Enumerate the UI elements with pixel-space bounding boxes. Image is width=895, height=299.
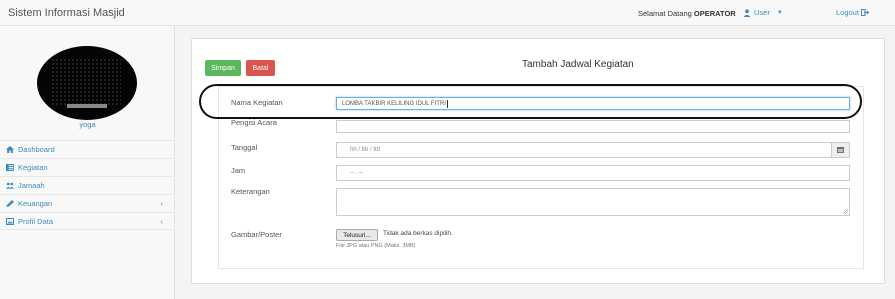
calendar-button[interactable] bbox=[831, 143, 849, 157]
sidebar-item-dashboard[interactable]: Dashboard bbox=[0, 140, 175, 158]
cancel-button[interactable]: Batal bbox=[246, 60, 275, 76]
calendar-icon bbox=[837, 147, 844, 153]
avatar-mark bbox=[67, 104, 107, 108]
keterangan-textarea[interactable] bbox=[336, 188, 850, 216]
file-status-text: Tidak ada berkas dipilih. bbox=[383, 230, 453, 237]
list-icon bbox=[6, 164, 14, 171]
sidebar-menu: Dashboard Kegiatan Jamaah Keuangan ‹ Pro… bbox=[0, 140, 175, 230]
page-title: Tambah Jadwal Kegiatan bbox=[522, 59, 634, 70]
sidebar-item-label: Keuangan bbox=[18, 199, 53, 208]
sidebar-item-label: Jamaah bbox=[18, 181, 45, 190]
gambar-poster-label: Gambar/Poster bbox=[231, 230, 282, 239]
pengisi-acara-label: Pengisi Acara bbox=[231, 118, 277, 127]
file-help-text: File JPG atau PNG (Maks. 3MB) bbox=[336, 243, 416, 249]
sidebar-item-profil-data[interactable]: Profil Data ‹ bbox=[0, 212, 175, 230]
chevron-left-icon: ‹ bbox=[160, 199, 163, 208]
keterangan-label: Keterangan bbox=[231, 187, 270, 196]
save-button[interactable]: Simpan bbox=[205, 60, 241, 76]
resize-grip-icon[interactable] bbox=[843, 209, 848, 214]
home-icon bbox=[6, 146, 14, 153]
sidebar-item-label: Dashboard bbox=[18, 145, 55, 154]
tanggal-date-input[interactable]: hh / bb / tttt bbox=[336, 142, 850, 158]
tanggal-label: Tanggal bbox=[231, 143, 258, 152]
sidebar-item-keuangan[interactable]: Keuangan ‹ bbox=[0, 194, 175, 212]
browse-file-button[interactable]: Telusuri... bbox=[336, 229, 378, 241]
welcome-text: Selamat Datang OPERATOR bbox=[638, 9, 736, 18]
sidebar-item-kegiatan[interactable]: Kegiatan bbox=[0, 158, 175, 176]
money-icon bbox=[6, 200, 14, 207]
text-cursor bbox=[446, 99, 448, 108]
jam-placeholder: -- . -- bbox=[350, 170, 363, 176]
nama-kegiatan-input[interactable]: LOMBA TAKBIR KELILING IDUL FITRI bbox=[336, 97, 850, 110]
sidebar: yoga Dashboard Kegiatan Jamaah Keuangan bbox=[0, 26, 175, 299]
logout-link[interactable]: Logout bbox=[836, 8, 869, 17]
jam-time-input[interactable]: -- . -- bbox=[336, 165, 850, 181]
user-menu[interactable]: User ▼ bbox=[743, 8, 783, 17]
nama-kegiatan-value: LOMBA TAKBIR KELILING IDUL FITRI bbox=[342, 100, 446, 107]
sidebar-item-label: Profil Data bbox=[18, 216, 54, 226]
top-navbar: Sistem Informasi Masjid Selamat Datang O… bbox=[0, 0, 895, 26]
form-panel: Simpan Batal Tambah Jadwal Kegiatan Nama… bbox=[191, 38, 885, 284]
sidebar-item-jamaah[interactable]: Jamaah bbox=[0, 176, 175, 194]
avatar-texture bbox=[51, 58, 121, 106]
tanggal-placeholder: hh / bb / tttt bbox=[350, 147, 381, 153]
user-icon bbox=[743, 8, 751, 17]
welcome-prefix: Selamat Datang bbox=[638, 9, 692, 18]
user-menu-label: User bbox=[754, 8, 770, 17]
sidebar-item-label: Kegiatan bbox=[18, 163, 48, 172]
jam-label: Jam bbox=[231, 166, 246, 175]
users-icon bbox=[6, 182, 14, 189]
nama-kegiatan-label: Nama Kegiatan bbox=[231, 98, 283, 107]
chevron-down-icon: ▼ bbox=[776, 9, 783, 16]
sign-out-icon bbox=[860, 9, 869, 16]
profile-icon bbox=[6, 217, 14, 225]
app-title[interactable]: Sistem Informasi Masjid bbox=[8, 7, 125, 19]
logout-label: Logout bbox=[836, 8, 859, 17]
welcome-role: OPERATOR bbox=[693, 9, 736, 18]
chevron-left-icon: ‹ bbox=[160, 217, 163, 226]
sidebar-username[interactable]: yoga bbox=[0, 120, 175, 129]
avatar bbox=[37, 46, 137, 120]
pengisi-acara-input[interactable] bbox=[336, 120, 850, 133]
